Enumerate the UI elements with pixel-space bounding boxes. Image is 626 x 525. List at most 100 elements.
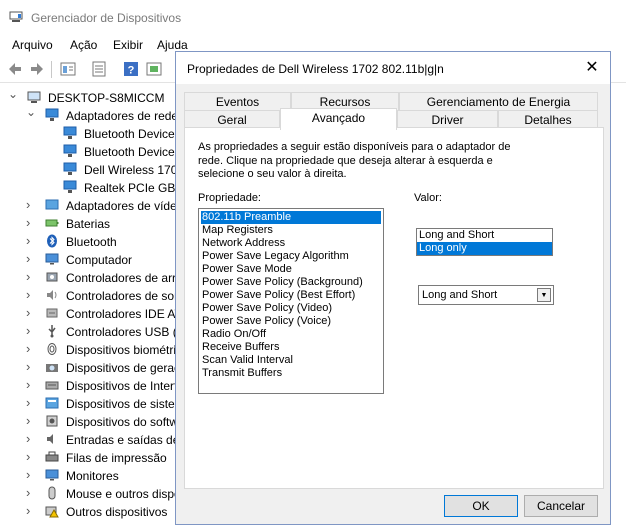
chevron-right-icon[interactable]: › (26, 197, 36, 212)
tab-eventos[interactable]: Eventos (184, 92, 291, 112)
menu-arquivo[interactable]: Arquivo (12, 38, 53, 52)
monitor-icon (45, 252, 59, 266)
tree-item[interactable]: › Bluetooth (0, 233, 176, 251)
tree-item-label: Controladores de arr (66, 271, 176, 285)
value-select[interactable]: Long and Short ▼ (418, 285, 554, 305)
tree-item[interactable]: › Dispositivos do softw (0, 413, 176, 431)
value-dropdown-list[interactable]: Long and Short Long only (416, 228, 553, 256)
tab-avancado[interactable]: Avançado (280, 108, 397, 130)
display-adapter-icon (45, 198, 59, 212)
tree-item[interactable]: › Entradas e saídas de (0, 431, 176, 449)
tree-item[interactable]: Realtek PCIe GBE (0, 179, 176, 197)
property-list-item[interactable]: Power Save Mode (201, 263, 381, 276)
property-list-item[interactable]: Power Save Legacy Algorithm (201, 250, 381, 263)
tree-item[interactable]: › Adaptadores de víde (0, 197, 176, 215)
software-icon (45, 414, 59, 428)
network-adapter-icon (63, 144, 77, 158)
tree-item[interactable]: › Monitores (0, 467, 176, 485)
view-grid-icon[interactable] (59, 60, 77, 78)
chevron-right-icon[interactable]: › (26, 251, 36, 266)
tree-item[interactable]: ⌄ Adaptadores de rede (0, 105, 176, 125)
property-list-item[interactable]: 802.11b Preamble (201, 211, 381, 224)
chevron-right-icon[interactable]: › (26, 485, 36, 500)
property-list-item[interactable]: Network Address (201, 237, 381, 250)
tree-item-label: Dispositivos de sister (66, 397, 176, 411)
chevron-down-icon[interactable]: ⌄ (26, 105, 36, 119)
forward-arrow-icon[interactable] (28, 60, 46, 78)
chevron-right-icon[interactable]: › (26, 467, 36, 482)
help-icon[interactable]: ? (122, 60, 140, 78)
property-list-item[interactable]: Power Save Policy (Voice) (201, 315, 381, 328)
tree-item[interactable]: › Filas de impressão (0, 449, 176, 467)
chevron-right-icon[interactable]: › (26, 323, 36, 338)
tree-item-label: Bluetooth Device (84, 127, 175, 141)
tab-gerenciamento-energia[interactable]: Gerenciamento de Energia (399, 92, 598, 112)
chevron-right-icon[interactable]: › (26, 215, 36, 230)
device-manager-app-icon (9, 11, 23, 23)
chevron-down-icon[interactable]: ▼ (537, 288, 551, 302)
property-list-item[interactable]: Scan Valid Interval (201, 354, 381, 367)
chevron-right-icon[interactable]: › (26, 341, 36, 356)
tree-item-label: Dell Wireless 1702 (84, 163, 176, 177)
chevron-right-icon[interactable]: › (26, 503, 36, 518)
tree-item[interactable]: Dell Wireless 1702 (0, 161, 176, 179)
tree-item[interactable]: › Dispositivos de Interf (0, 377, 176, 395)
tree-item[interactable]: › Mouse e outros dispo (0, 485, 176, 503)
tree-item[interactable]: › Controladores de sor (0, 287, 176, 305)
toolbar-separator (51, 61, 52, 78)
properties-icon[interactable] (90, 60, 108, 78)
property-list-item[interactable]: Transmit Buffers (201, 367, 381, 380)
scan-hardware-icon[interactable] (145, 60, 163, 78)
network-adapter-icon (45, 108, 59, 122)
tree-item[interactable]: › Controladores USB ( (0, 323, 176, 341)
tree-item[interactable]: › Computador (0, 251, 176, 269)
property-label: Propriedade: (198, 192, 261, 204)
menu-ajuda[interactable]: Ajuda (157, 38, 188, 52)
tree-item-label: Baterias (66, 217, 111, 231)
tree-item[interactable]: › Baterias (0, 215, 176, 233)
tree-item[interactable]: › Dispositivos de geraç (0, 359, 176, 377)
property-list-item[interactable]: Power Save Policy (Background) (201, 276, 381, 289)
chevron-right-icon[interactable]: › (26, 431, 36, 446)
close-icon[interactable]: ✕ (582, 58, 602, 78)
tree-item[interactable]: › Controladores de arr (0, 269, 176, 287)
device-tree[interactable]: ⌄ DESKTOP-S8MICCM ⌄ Adaptadores de rede Blue… (0, 85, 176, 525)
tree-item[interactable]: Bluetooth Device (0, 125, 176, 143)
tree-item[interactable]: › Outros dispositivos (0, 503, 176, 521)
chevron-right-icon[interactable]: › (26, 287, 36, 302)
tree-item-label: Computador (66, 253, 133, 267)
dialog-titlebar[interactable]: Propriedades de Dell Wireless 1702 802.1… (176, 52, 610, 84)
menu-acao[interactable]: Ação (70, 38, 97, 52)
usb-icon (45, 324, 59, 338)
value-option[interactable]: Long only (417, 242, 552, 255)
chevron-right-icon[interactable]: › (26, 395, 36, 410)
cancel-button[interactable]: Cancelar (524, 495, 598, 517)
chevron-right-icon[interactable]: › (26, 233, 36, 248)
property-list-item[interactable]: Map Registers (201, 224, 381, 237)
chevron-right-icon[interactable]: › (26, 449, 36, 464)
tree-item-label: Controladores de sor (66, 289, 176, 303)
property-list-item[interactable]: Receive Buffers (201, 341, 381, 354)
ide-icon (45, 306, 59, 320)
tree-item[interactable]: › Controladores IDE AT (0, 305, 176, 323)
tree-item[interactable]: › Dispositivos biométri (0, 341, 176, 359)
chevron-right-icon[interactable]: › (26, 269, 36, 284)
value-select-text: Long and Short (422, 289, 498, 301)
back-arrow-icon[interactable] (6, 60, 24, 78)
property-list-item[interactable]: Power Save Policy (Video) (201, 302, 381, 315)
chevron-down-icon[interactable]: ⌄ (8, 87, 18, 101)
value-option[interactable]: Long and Short (417, 229, 552, 242)
menu-exibir[interactable]: Exibir (113, 38, 143, 52)
property-list-item[interactable]: Radio On/Off (201, 328, 381, 341)
chevron-right-icon[interactable]: › (26, 377, 36, 392)
ok-button[interactable]: OK (444, 495, 518, 517)
chevron-right-icon[interactable]: › (26, 305, 36, 320)
property-list-item[interactable]: Power Save Policy (Best Effort) (201, 289, 381, 302)
chevron-right-icon[interactable]: › (26, 413, 36, 428)
property-list[interactable]: 802.11b Preamble Map Registers Network Add… (198, 208, 384, 394)
chevron-right-icon[interactable]: › (26, 359, 36, 374)
tree-item[interactable]: Bluetooth Device (0, 143, 176, 161)
monitor-icon (45, 468, 59, 482)
tree-item[interactable]: › Dispositivos de sister (0, 395, 176, 413)
tree-item-label: Controladores IDE AT (66, 307, 176, 321)
